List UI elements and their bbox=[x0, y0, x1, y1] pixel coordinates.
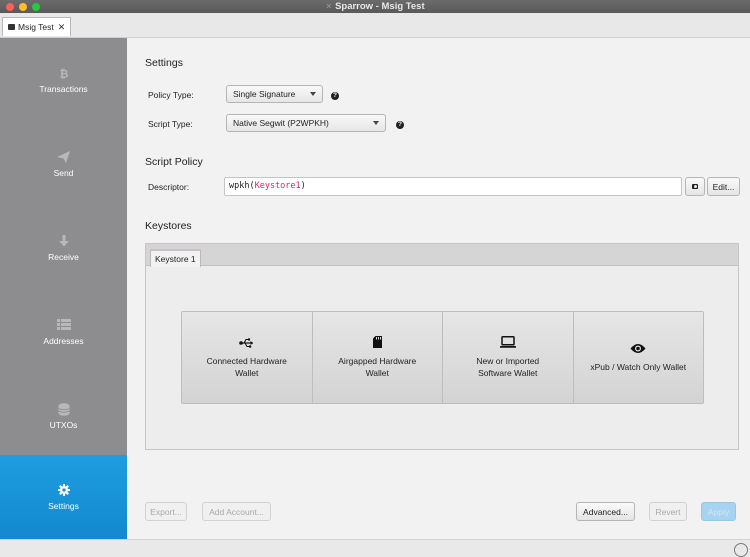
connected-hardware-wallet-button[interactable]: Connected Hardware Wallet bbox=[182, 312, 313, 403]
sidebar-item-receive[interactable]: Receive bbox=[0, 206, 127, 290]
sidebar-item-label: Addresses bbox=[43, 335, 84, 346]
settings-heading: Settings bbox=[145, 57, 183, 69]
edit-descriptor-button[interactable]: Edit... bbox=[707, 177, 740, 196]
revert-button[interactable]: Revert bbox=[649, 502, 687, 521]
sidebar-item-label: Receive bbox=[48, 251, 79, 262]
settings-panel: Settings Policy Type: Single Signature ?… bbox=[127, 38, 750, 539]
apply-button[interactable]: Apply bbox=[701, 502, 736, 521]
type-label: Airgapped Hardware Wallet bbox=[338, 356, 417, 378]
gear-icon bbox=[57, 483, 70, 496]
wallet-icon bbox=[8, 24, 15, 30]
sidebar-item-send[interactable]: Send bbox=[0, 122, 127, 206]
window-title: ✕ Sparrow - Msig Test bbox=[0, 0, 750, 13]
descriptor-field[interactable]: wpkh(Keystore1) bbox=[224, 177, 682, 196]
type-label: Connected Hardware Wallet bbox=[206, 356, 287, 378]
export-button[interactable]: Export... bbox=[145, 502, 187, 521]
software-wallet-button[interactable]: New or Imported Software Wallet bbox=[443, 312, 574, 403]
script-type-select[interactable]: Native Segwit (P2WPKH) bbox=[226, 114, 386, 132]
sidebar-item-transactions[interactable]: ₿ Transactions bbox=[0, 38, 127, 122]
scan-qr-button[interactable] bbox=[685, 177, 705, 196]
policy-type-label: Policy Type: bbox=[148, 90, 194, 100]
script-policy-heading: Script Policy bbox=[145, 156, 203, 168]
chevron-down-icon bbox=[310, 92, 316, 96]
descriptor-suffix: ) bbox=[300, 181, 306, 191]
send-icon bbox=[57, 150, 70, 163]
sd-card-icon bbox=[372, 336, 382, 352]
list-icon bbox=[56, 318, 71, 331]
type-label: New or Imported Software Wallet bbox=[476, 356, 540, 378]
sidebar-item-label: Transactions bbox=[39, 83, 88, 94]
help-icon[interactable]: ? bbox=[396, 121, 404, 129]
coins-icon bbox=[57, 402, 70, 416]
chevron-down-icon bbox=[373, 121, 379, 125]
camera-icon bbox=[692, 184, 698, 189]
script-type-label: Script Type: bbox=[148, 119, 193, 129]
window-title-text: Sparrow - Msig Test bbox=[335, 1, 425, 12]
script-type-value: Native Segwit (P2WPKH) bbox=[233, 118, 329, 128]
keystores-heading: Keystores bbox=[145, 220, 192, 232]
laptop-icon bbox=[499, 336, 516, 352]
sidebar-item-label: Send bbox=[53, 167, 74, 178]
descriptor-label: Descriptor: bbox=[148, 182, 190, 192]
policy-type-value: Single Signature bbox=[233, 89, 296, 99]
connection-toggle[interactable] bbox=[734, 543, 748, 557]
tab-label: Msig Test bbox=[18, 22, 54, 32]
keystore-panel: Keystore 1 Connected Hardware Wallet Air… bbox=[145, 243, 739, 450]
sidebar-item-label: UTXOs bbox=[49, 419, 78, 430]
sidebar-item-label: Settings bbox=[48, 500, 79, 511]
tab-keystore-1[interactable]: Keystore 1 bbox=[150, 249, 201, 267]
arrow-down-icon bbox=[58, 234, 70, 247]
sidebar-item-addresses[interactable]: Addresses bbox=[0, 290, 127, 374]
help-icon[interactable]: ? bbox=[331, 92, 339, 100]
descriptor-prefix: wpkh( bbox=[229, 181, 255, 191]
descriptor-keystore: Keystore1 bbox=[254, 181, 301, 191]
usb-icon bbox=[238, 336, 255, 352]
sidebar: ₿ Transactions Send Receive Addresses UT… bbox=[0, 38, 127, 539]
type-label: xPub / Watch Only Wallet bbox=[590, 362, 687, 372]
advanced-button[interactable]: Advanced... bbox=[576, 502, 635, 521]
policy-type-select[interactable]: Single Signature bbox=[226, 85, 323, 103]
airgapped-hardware-wallet-button[interactable]: Airgapped Hardware Wallet bbox=[312, 312, 443, 403]
bitcoin-icon: ₿ bbox=[59, 67, 69, 80]
sidebar-item-settings[interactable]: Settings bbox=[0, 455, 127, 539]
sidebar-item-utxos[interactable]: UTXOs bbox=[0, 374, 127, 458]
status-bar bbox=[0, 539, 750, 557]
keystore-tab-bar: Keystore 1 bbox=[146, 244, 738, 267]
watch-only-wallet-button[interactable]: xPub / Watch Only Wallet bbox=[573, 312, 703, 403]
keystore-type-options: Connected Hardware Wallet Airgapped Hard… bbox=[181, 311, 704, 404]
eye-icon bbox=[630, 342, 646, 358]
svg-text:₿: ₿ bbox=[59, 67, 68, 79]
tab-msig-test[interactable]: Msig Test ✕ bbox=[2, 17, 72, 36]
sparrow-logo-icon: ✕ bbox=[325, 2, 333, 11]
add-account-button[interactable]: Add Account... bbox=[202, 502, 271, 521]
title-bar: ✕ Sparrow - Msig Test bbox=[0, 0, 750, 13]
tab-close-icon[interactable]: ✕ bbox=[58, 22, 66, 33]
tab-strip: Msig Test ✕ bbox=[0, 13, 750, 38]
